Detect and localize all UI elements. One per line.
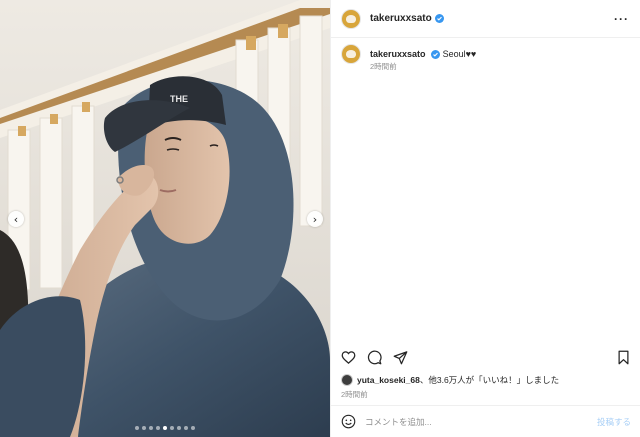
previous-photo-button[interactable]: ‹ bbox=[8, 211, 24, 227]
verified-badge-icon bbox=[434, 14, 444, 23]
carousel-dot bbox=[170, 426, 174, 430]
likes-text[interactable]: 、他3.6万人が「いいね！」しました bbox=[420, 374, 559, 386]
post-side-panel: takeruxxsato ··· takeruxxsato Seoul♥︎♥︎ … bbox=[330, 0, 640, 437]
comment-icon[interactable] bbox=[367, 350, 382, 365]
post-comment-button[interactable]: 投稿する bbox=[597, 416, 631, 428]
username-link[interactable]: takeruxxsato bbox=[370, 13, 432, 24]
heart-icon[interactable] bbox=[341, 350, 356, 365]
comment-bar: 投稿する bbox=[331, 405, 640, 437]
chevron-right-icon: › bbox=[312, 212, 318, 226]
post-modal: THE ‹ › takeruxxsato ··· takeruxxsato Se… bbox=[0, 0, 640, 437]
verified-badge-icon bbox=[431, 50, 441, 60]
post-header: takeruxxsato ··· bbox=[331, 0, 640, 38]
post-media[interactable]: THE ‹ › bbox=[0, 0, 330, 437]
carousel-dot bbox=[191, 426, 195, 430]
avatar[interactable] bbox=[341, 8, 361, 29]
emoji-icon[interactable] bbox=[341, 414, 356, 429]
carousel-dot bbox=[177, 426, 181, 430]
caption-avatar[interactable] bbox=[341, 44, 361, 64]
caption-username[interactable]: takeruxxsato bbox=[370, 49, 426, 59]
next-photo-button[interactable]: › bbox=[307, 211, 323, 227]
caption-text: Seoul♥︎♥︎ bbox=[442, 49, 477, 59]
carousel-dot bbox=[184, 426, 188, 430]
post-timestamp[interactable]: 2時間前 bbox=[341, 389, 368, 400]
bookmark-icon[interactable] bbox=[616, 350, 631, 365]
carousel-dot bbox=[135, 426, 139, 430]
share-icon[interactable] bbox=[393, 350, 408, 365]
likes-summary: yuta_koseki_68 、他3.6万人が「いいね！」しました bbox=[341, 374, 559, 386]
cap-text: THE bbox=[170, 94, 188, 104]
carousel-dot bbox=[163, 426, 167, 430]
caption: takeruxxsato Seoul♥︎♥︎ 2時間前 bbox=[341, 44, 476, 72]
more-horizontal-icon[interactable]: ··· bbox=[614, 12, 629, 26]
liker-username[interactable]: yuta_koseki_68 bbox=[357, 375, 420, 385]
carousel-dot bbox=[142, 426, 146, 430]
carousel-dot bbox=[149, 426, 153, 430]
post-photo: THE bbox=[0, 0, 330, 437]
carousel-indicator bbox=[0, 426, 330, 430]
liker-avatar[interactable] bbox=[341, 374, 353, 386]
action-bar bbox=[341, 348, 631, 366]
carousel-dot bbox=[156, 426, 160, 430]
comment-input[interactable] bbox=[365, 416, 585, 427]
chevron-left-icon: ‹ bbox=[13, 212, 19, 226]
